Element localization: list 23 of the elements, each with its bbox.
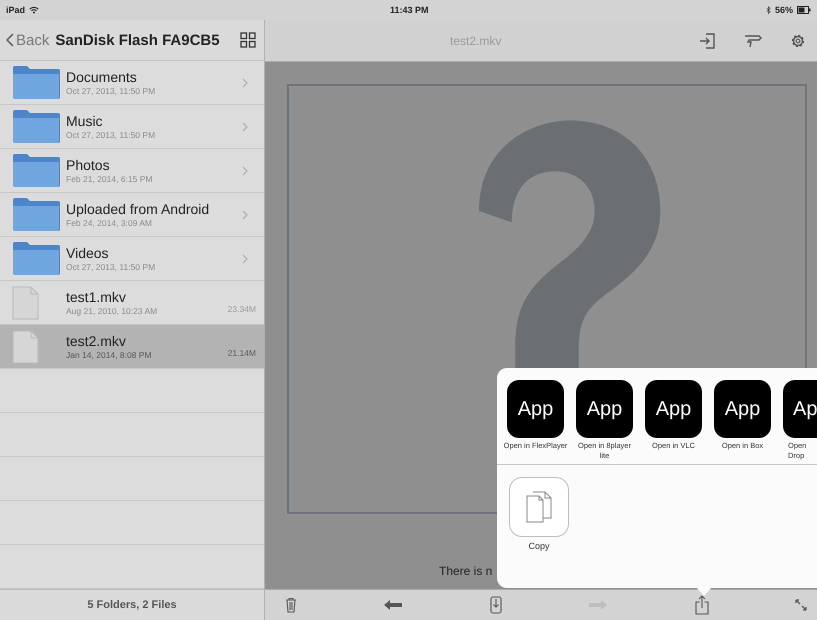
file-date: Feb 24, 2014, 3:09 AM	[66, 218, 154, 228]
carrier-label: iPad	[6, 5, 26, 15]
file-date: Feb 21, 2014, 6:15 PM	[66, 174, 154, 184]
file-name: Photos	[66, 157, 111, 174]
viewer-title: test2.mkv	[450, 34, 502, 48]
folder-title: SanDisk Flash FA9CB5	[55, 32, 221, 49]
file-size: 21.14M	[228, 348, 256, 358]
file-date: Oct 27, 2013, 11:50 PM	[66, 130, 156, 140]
file-name: test2.mkv	[66, 333, 127, 350]
clock-time: 11:43 PM	[390, 5, 429, 15]
file-date: Oct 27, 2013, 11:50 PM	[66, 262, 156, 272]
file-name: Documents	[66, 69, 138, 86]
file-name: Music	[66, 113, 104, 130]
action-label: Copy	[528, 541, 550, 551]
file-name: Videos	[66, 245, 110, 262]
file-name: test1.mkv	[66, 289, 127, 306]
file-date: Oct 27, 2013, 11:50 PM	[66, 86, 156, 96]
file-date: Jan 14, 2014, 8:08 PM	[66, 350, 153, 360]
file-name: Uploaded from Android	[66, 201, 210, 218]
battery-percent: 56%	[774, 5, 793, 15]
file-date: Aug 21, 2010, 10:23 AM	[66, 306, 158, 316]
file-size: 23.34M	[228, 304, 256, 314]
viewer-message: There is n	[439, 564, 492, 578]
